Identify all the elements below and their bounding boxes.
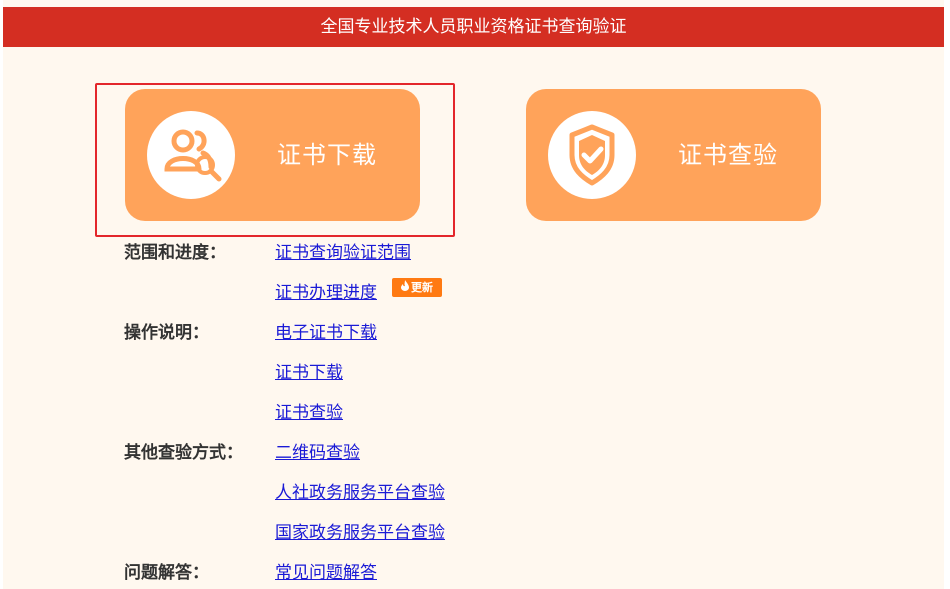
page-header: 全国专业技术人员职业资格证书查询验证: [3, 7, 944, 47]
selection-highlight: [95, 83, 455, 237]
qrcode-verify-link[interactable]: 二维码查验: [275, 438, 360, 463]
faq-link[interactable]: 常见问题解答: [275, 558, 377, 583]
certificate-verify-button[interactable]: 证书查验: [526, 89, 821, 221]
update-badge: 更新: [392, 278, 442, 297]
page-title: 全国专业技术人员职业资格证书查询验证: [320, 17, 627, 37]
scope-progress-label: 范围和进度：: [124, 243, 226, 263]
flame-icon: [401, 280, 409, 291]
certificate-download-help-link[interactable]: 证书下载: [275, 358, 343, 383]
e-certificate-download-link[interactable]: 电子证书下载: [275, 318, 377, 343]
other-methods-label: 其他查验方式：: [124, 443, 243, 463]
national-platform-verify-link[interactable]: 国家政务服务平台查验: [275, 518, 445, 543]
update-badge-text: 更新: [411, 281, 433, 294]
certificate-verify-help-link[interactable]: 证书查验: [275, 398, 343, 423]
processing-progress-link[interactable]: 证书办理进度: [275, 278, 377, 303]
faq-label: 问题解答：: [124, 563, 209, 583]
shield-check-icon: [548, 111, 636, 199]
hrss-platform-verify-link[interactable]: 人社政务服务平台查验: [275, 478, 445, 503]
instructions-label: 操作说明：: [124, 323, 209, 343]
certificate-verify-label: 证书查验: [678, 141, 778, 169]
verification-scope-link[interactable]: 证书查询验证范围: [275, 238, 411, 263]
